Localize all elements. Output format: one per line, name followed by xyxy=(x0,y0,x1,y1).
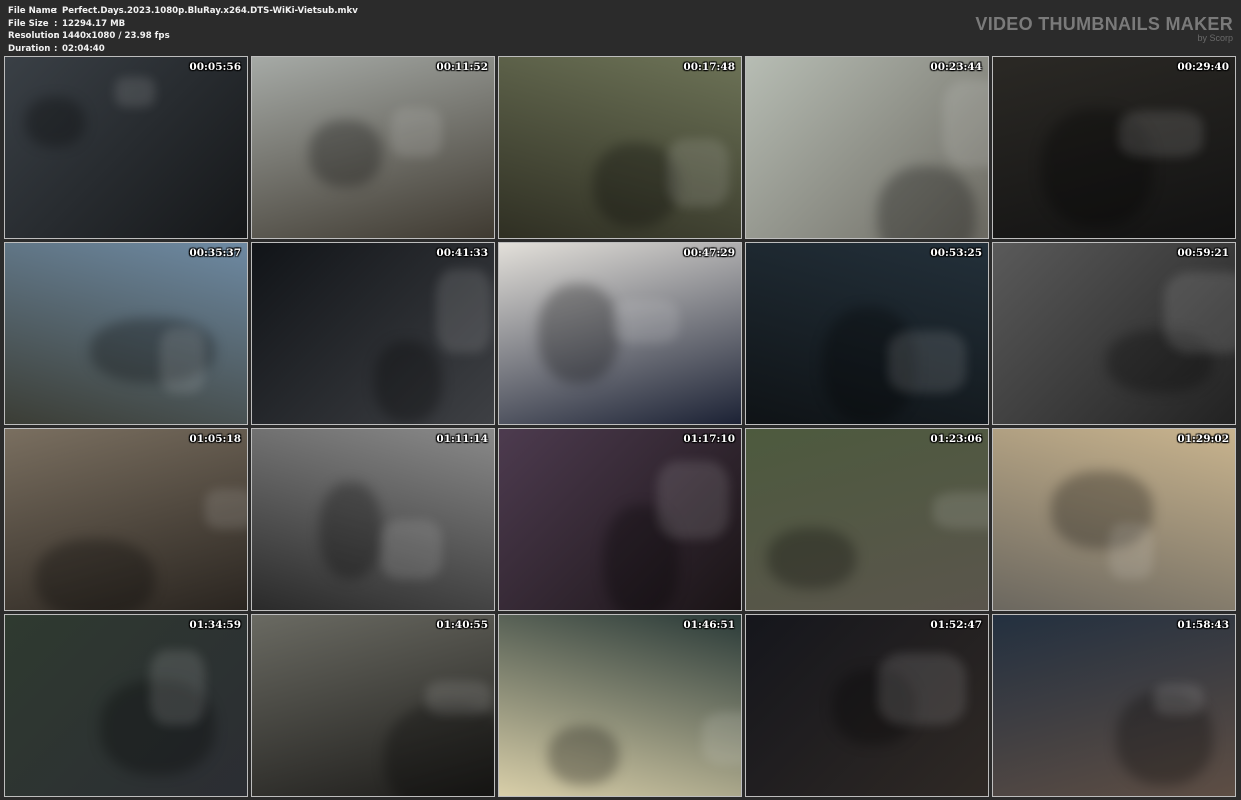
thumbnail-timestamp: 00:41:33 xyxy=(436,247,488,259)
thumbnail-frame[interactable]: 01:29:02 xyxy=(992,428,1236,611)
frame-scene-highlight xyxy=(1164,272,1235,353)
frame-scene-shape xyxy=(767,528,856,589)
frame-scene-highlight xyxy=(381,520,442,579)
thumbnail-timestamp: 01:17:10 xyxy=(683,433,735,445)
thumbnail-timestamp: 00:17:48 xyxy=(683,61,735,73)
thumbnail-timestamp: 01:40:55 xyxy=(436,619,488,631)
file-info: File Name : Perfect.Days.2023.1080p.BluR… xyxy=(8,5,358,55)
separator: : xyxy=(54,6,58,16)
thumbnail-frame[interactable]: 00:47:29 xyxy=(498,242,742,425)
thumbnail-timestamp: 01:52:47 xyxy=(930,619,982,631)
frame-scene-highlight xyxy=(150,650,205,725)
thumbnail-frame[interactable]: 01:23:06 xyxy=(745,428,989,611)
brand-title: VIDEO THUMBNAILS MAKER xyxy=(975,14,1233,34)
frame-scene-highlight xyxy=(657,461,729,539)
thumbnail-frame[interactable]: 01:40:55 xyxy=(251,614,495,797)
thumbnail-frame[interactable]: 01:17:10 xyxy=(498,428,742,611)
thumbnail-timestamp: 00:35:37 xyxy=(189,247,241,259)
frame-scene-highlight xyxy=(1109,523,1153,579)
frame-scene-highlight xyxy=(436,269,492,353)
frame-scene-highlight xyxy=(426,681,492,715)
frame-scene-highlight xyxy=(933,492,988,529)
thumbnail-frame[interactable]: 01:46:51 xyxy=(498,614,742,797)
frame-scene-shape xyxy=(25,97,85,147)
frame-scene-shape xyxy=(877,166,976,238)
thumbnail-timestamp: 00:47:29 xyxy=(683,247,735,259)
thumbnail-timestamp: 00:59:21 xyxy=(1177,247,1229,259)
thumbnail-timestamp: 01:29:02 xyxy=(1177,433,1229,445)
thumbnail-frame[interactable]: 00:23:44 xyxy=(745,56,989,239)
thumbnail-timestamp: 01:23:06 xyxy=(930,433,982,445)
resolution-value: 1440x1080 / 23.98 fps xyxy=(62,31,170,42)
thumbnail-timestamp: 00:53:25 xyxy=(930,247,982,259)
frame-scene-shape xyxy=(309,120,382,187)
file-size-value: 12294.17 MB xyxy=(62,18,126,29)
thumbnail-timestamp: 01:11:14 xyxy=(436,433,488,445)
thumbnail-frame[interactable]: 01:34:59 xyxy=(4,614,248,797)
frame-scene-shape xyxy=(319,482,382,579)
duration-label: Duration xyxy=(8,43,51,54)
thumbnail-grid: 00:05:56 00:11:52 00:17:48 00:23:44 00:29:40… xyxy=(4,56,1236,797)
separator: : xyxy=(54,43,58,54)
frame-scene-highlight xyxy=(205,489,247,529)
frame-scene-shape xyxy=(548,726,619,785)
frame-scene-highlight xyxy=(612,300,679,343)
thumbnail-timestamp: 01:46:51 xyxy=(683,619,735,631)
header: File Name : Perfect.Days.2023.1080p.BluR… xyxy=(0,0,1241,56)
thumbnail-frame[interactable]: 01:52:47 xyxy=(745,614,989,797)
file-size-row: File Size : 12294.17 MB xyxy=(8,18,358,31)
resolution-row: Resolution : 1440x1080 / 23.98 fps xyxy=(8,30,358,43)
frame-scene-shape xyxy=(538,284,619,383)
thumbnail-frame[interactable]: 00:05:56 xyxy=(4,56,248,239)
thumbnail-frame[interactable]: 01:11:14 xyxy=(251,428,495,611)
frame-scene-highlight xyxy=(702,712,741,765)
frame-scene-shape xyxy=(35,539,155,610)
thumbnail-timestamp: 00:11:52 xyxy=(436,61,488,73)
duration-row: Duration : 02:04:40 xyxy=(8,43,358,56)
thumbnail-frame[interactable]: 00:53:25 xyxy=(745,242,989,425)
thumbnail-frame[interactable]: 00:11:52 xyxy=(251,56,495,239)
thumbnail-frame[interactable]: 00:59:21 xyxy=(992,242,1236,425)
file-name-label: File Name xyxy=(8,6,57,16)
thumbnail-timestamp: 00:23:44 xyxy=(930,61,982,73)
separator: : xyxy=(54,18,58,29)
duration-value: 02:04:40 xyxy=(62,43,105,54)
frame-scene-highlight xyxy=(160,328,205,393)
frame-scene-highlight xyxy=(115,77,155,107)
thumbnail-timestamp: 00:05:56 xyxy=(189,61,241,73)
file-name-row: File Name : Perfect.Days.2023.1080p.BluR… xyxy=(8,5,358,18)
separator: : xyxy=(54,31,58,42)
thumbnail-frame[interactable]: 00:17:48 xyxy=(498,56,742,239)
frame-scene-highlight xyxy=(943,80,988,167)
thumbnail-frame[interactable]: 00:29:40 xyxy=(992,56,1236,239)
frame-scene-highlight xyxy=(888,331,966,393)
frame-scene-highlight xyxy=(1154,684,1203,715)
frame-scene-shape xyxy=(374,341,442,423)
frame-scene-highlight xyxy=(878,653,966,725)
thumbnail-timestamp: 01:34:59 xyxy=(189,619,241,631)
frame-scene-highlight xyxy=(1119,111,1203,157)
thumbnail-frame[interactable]: 00:41:33 xyxy=(251,242,495,425)
file-size-label: File Size xyxy=(8,18,49,29)
thumbnail-frame[interactable]: 00:35:37 xyxy=(4,242,248,425)
thumbnail-frame[interactable]: 01:58:43 xyxy=(992,614,1236,797)
frame-scene-highlight xyxy=(391,108,442,157)
thumbnail-timestamp: 01:58:43 xyxy=(1177,619,1229,631)
thumbnail-timestamp: 01:05:18 xyxy=(189,433,241,445)
file-name-value: Perfect.Days.2023.1080p.BluRay.x264.DTS-… xyxy=(62,6,358,16)
frame-scene-highlight xyxy=(667,139,729,207)
frame-scene-shape xyxy=(384,703,494,796)
resolution-label: Resolution xyxy=(8,31,60,42)
brand-watermark: VIDEO THUMBNAILS MAKER by Scorp xyxy=(975,14,1233,43)
thumbnail-timestamp: 00:29:40 xyxy=(1177,61,1229,73)
thumbnail-frame[interactable]: 01:05:18 xyxy=(4,428,248,611)
